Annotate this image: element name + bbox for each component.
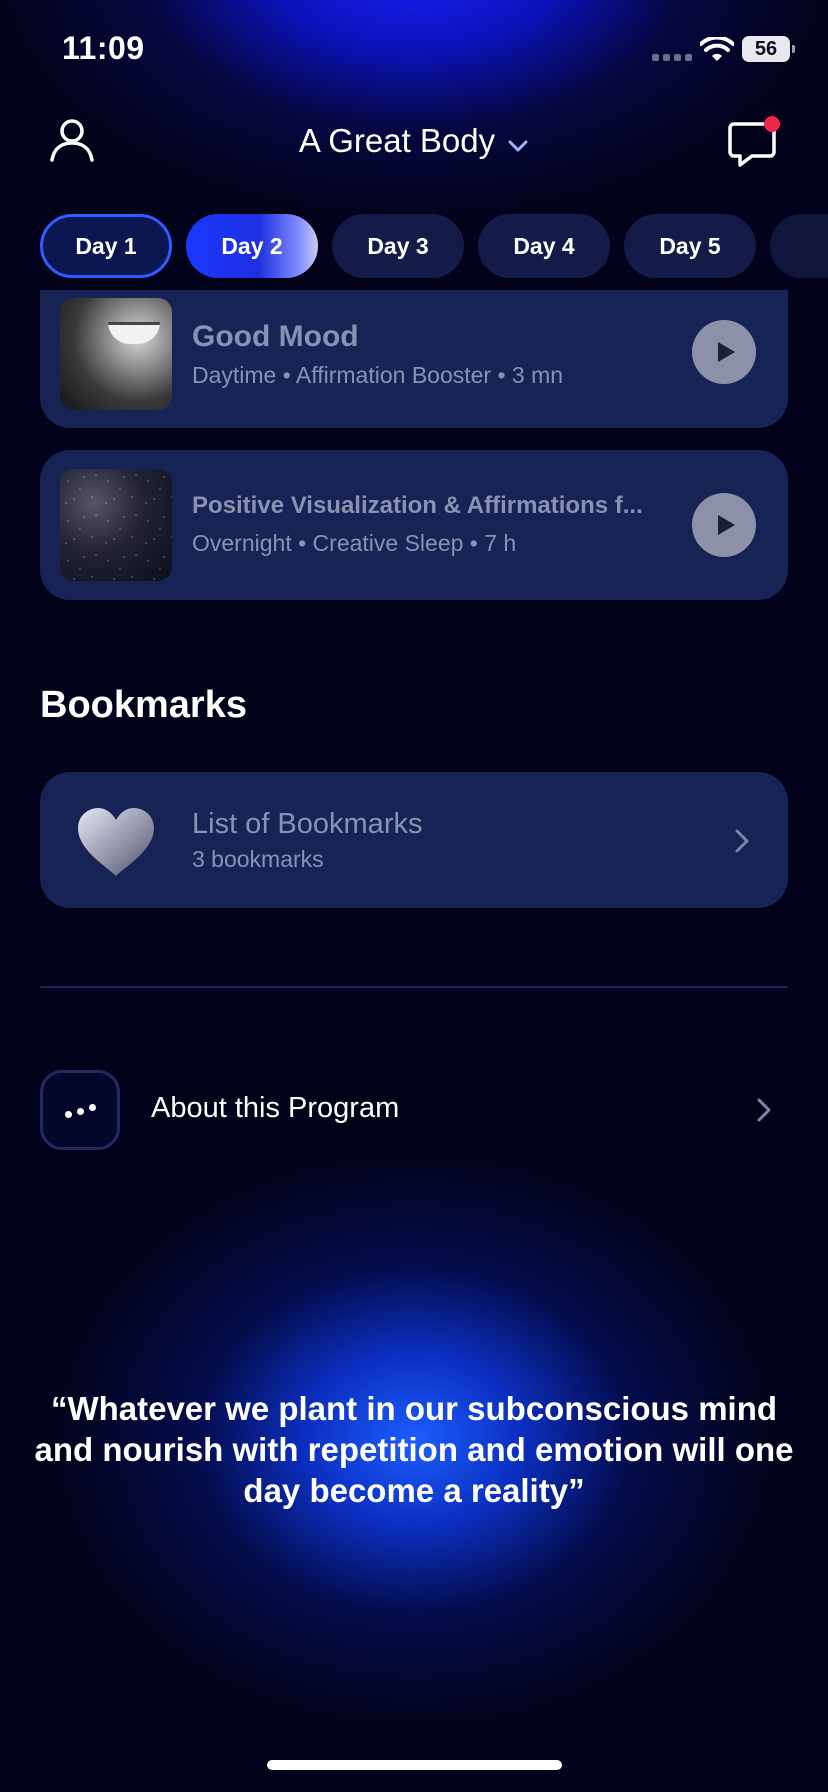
chevron-right-icon xyxy=(735,829,749,853)
program-selector[interactable]: A Great Body xyxy=(0,122,828,160)
tab-day-4[interactable]: Day 4 xyxy=(478,214,610,278)
battery-icon: 56 xyxy=(742,36,795,62)
bookmarks-heading: Bookmarks xyxy=(40,684,247,726)
bookmarks-title: List of Bookmarks xyxy=(192,808,423,840)
track-meta: Daytime • Affirmation Booster • 3 mn xyxy=(192,362,564,388)
page-title: A Great Body xyxy=(298,122,496,159)
wifi-icon xyxy=(700,37,734,61)
tab-day-5[interactable]: Day 5 xyxy=(624,214,756,278)
play-icon xyxy=(718,515,735,535)
heart-icon xyxy=(78,808,154,876)
play-button[interactable] xyxy=(692,320,756,384)
notification-badge xyxy=(764,116,780,132)
divider xyxy=(40,986,788,988)
track-meta: Overnight • Creative Sleep • 7 h xyxy=(192,530,517,556)
track-title: Good Mood xyxy=(192,320,359,353)
tab-day-3[interactable]: Day 3 xyxy=(332,214,464,278)
tab-day-1[interactable]: Day 1 xyxy=(40,214,172,278)
track-card[interactable]: Positive Visualization & Affirmations f.… xyxy=(40,450,788,600)
chevron-down-icon xyxy=(508,140,528,152)
status-time: 11:09 xyxy=(62,30,145,66)
bookmarks-count: 3 bookmarks xyxy=(192,846,324,872)
quote-text: “Whatever we plant in our subconscious m… xyxy=(34,1390,794,1509)
day-tabs: Day 1 Day 2 Day 3 Day 4 Day 5 D xyxy=(40,214,828,278)
track-thumbnail xyxy=(60,298,172,410)
signal-icon xyxy=(652,54,692,61)
bookmarks-list-button[interactable]: List of Bookmarks 3 bookmarks xyxy=(40,772,788,908)
tab-day-6[interactable]: D xyxy=(770,214,828,278)
chevron-right-icon xyxy=(757,1098,771,1122)
track-title: Positive Visualization & Affirmations f.… xyxy=(192,492,643,519)
tab-day-2[interactable]: Day 2 xyxy=(186,214,318,278)
about-program-label: About this Program xyxy=(151,1092,400,1124)
play-icon xyxy=(718,342,735,362)
play-button[interactable] xyxy=(692,493,756,557)
home-indicator xyxy=(267,1760,562,1770)
about-program-row[interactable]: About this Program xyxy=(40,1070,788,1150)
track-card[interactable]: Good Mood Daytime • Affirmation Booster … xyxy=(40,290,788,428)
more-dots-icon xyxy=(40,1070,120,1150)
track-thumbnail xyxy=(60,469,172,581)
screen: 11:09 56 A Great Body Day 1 Day 2 Day 3 … xyxy=(0,0,828,1792)
